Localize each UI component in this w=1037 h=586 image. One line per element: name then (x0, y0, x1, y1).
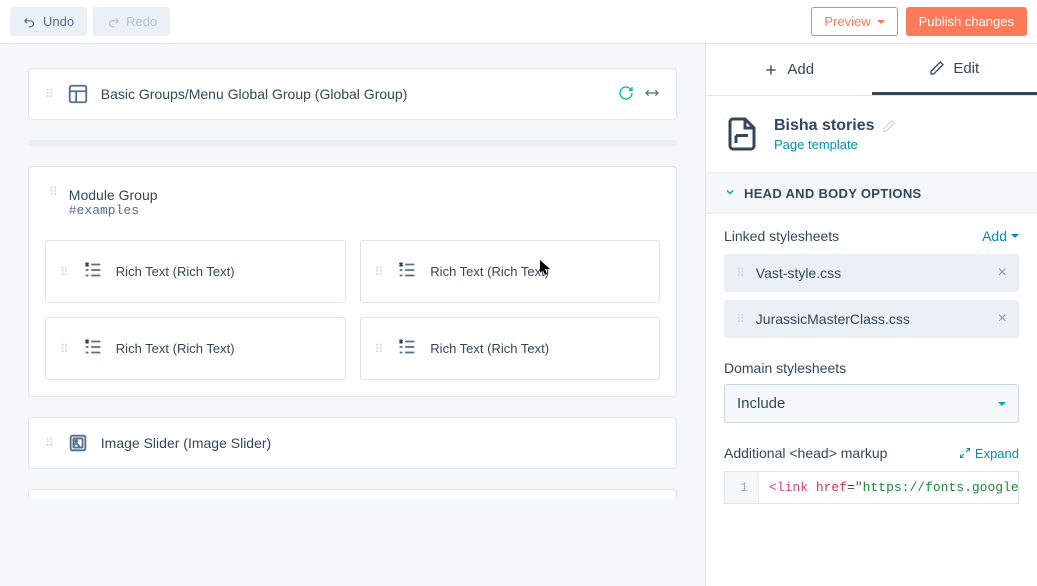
sidebar: Add Edit Bisha stories Page template (705, 44, 1037, 586)
drag-handle-icon[interactable]: ⠿ (49, 187, 59, 197)
layout-icon (67, 83, 89, 105)
redo-label: Redo (126, 14, 157, 29)
topbar-left: Undo Redo (10, 7, 170, 36)
select-value: Include (737, 395, 785, 412)
preview-button[interactable]: Preview (811, 7, 897, 36)
accordion-title: HEAD AND BODY OPTIONS (744, 186, 921, 201)
undo-icon (23, 15, 37, 29)
add-stylesheet-link[interactable]: Add (982, 228, 1019, 244)
rich-text-icon (396, 259, 418, 284)
group-title: Module Group (69, 187, 158, 203)
link-label: Add (982, 228, 1007, 244)
stylesheet-item[interactable]: ⠿ JurassicMasterClass.css × (724, 300, 1019, 338)
rich-text-module[interactable]: ⠿ Rich Text (Rich Text) (45, 240, 346, 303)
module-label: Rich Text (Rich Text) (430, 264, 549, 279)
code-attr: href (816, 480, 847, 495)
code-content[interactable]: <link href="https://fonts.googleapi (759, 472, 1018, 503)
cursor-icon (540, 260, 552, 279)
stylesheet-name: JurassicMasterClass.css (756, 311, 988, 327)
plus-icon (763, 62, 779, 78)
scroll-indicator (28, 140, 677, 146)
undo-button[interactable]: Undo (10, 7, 87, 36)
module-title: Basic Groups/Menu Global Group (Global G… (101, 86, 606, 102)
sidebar-tabs: Add Edit (706, 44, 1037, 96)
group-id: #examples (69, 203, 158, 218)
pencil-icon (929, 60, 945, 76)
rich-text-icon (82, 336, 104, 361)
expand-icon (959, 447, 971, 459)
code-tag: <link (769, 480, 808, 495)
drag-handle-icon[interactable]: ⠿ (375, 267, 385, 277)
expand-link[interactable]: Expand (959, 446, 1019, 461)
drag-handle-icon[interactable]: ⠿ (736, 314, 746, 324)
chevron-down-icon (998, 402, 1006, 406)
template-type[interactable]: Page template (774, 137, 896, 152)
module-actions (618, 85, 660, 104)
rich-text-icon (82, 259, 104, 284)
module-row: ⠿ Image Slider (Image Slider) (29, 418, 676, 468)
tab-label: Edit (953, 60, 979, 77)
canvas: ⠿ Basic Groups/Menu Global Group (Global… (0, 44, 705, 586)
head-markup-editor[interactable]: 1 <link href="https://fonts.googleapi (724, 471, 1019, 504)
drag-handle-icon[interactable]: ⠿ (736, 268, 746, 278)
module-label: Rich Text (Rich Text) (430, 341, 549, 356)
tab-add[interactable]: Add (706, 44, 872, 95)
drag-handle-icon[interactable]: ⠿ (375, 344, 385, 354)
field-label: Domain stylesheets (724, 360, 1019, 376)
publish-button[interactable]: Publish changes (906, 7, 1027, 36)
module-placeholder (28, 489, 677, 499)
linked-stylesheets-section: Linked stylesheets Add ⠿ Vast-style.css … (706, 214, 1037, 518)
chevron-down-icon (724, 186, 736, 201)
group-header: ⠿ Module Group #examples (45, 183, 660, 222)
code-string: "https://fonts.googleapi (855, 480, 1018, 495)
drag-handle-icon[interactable]: ⠿ (45, 89, 55, 99)
undo-label: Undo (43, 14, 74, 29)
image-slider-icon (67, 432, 89, 454)
module-group[interactable]: ⠿ Module Group #examples ⠿ Rich Text (Ri… (28, 166, 677, 397)
tab-label: Add (787, 61, 814, 78)
line-number: 1 (740, 480, 748, 495)
domain-stylesheets-select[interactable]: Include (724, 384, 1019, 423)
module-label: Rich Text (Rich Text) (116, 341, 235, 356)
stylesheet-name: Vast-style.css (756, 265, 988, 281)
rich-text-icon (396, 336, 418, 361)
topbar: Undo Redo Preview Publish changes (0, 0, 1037, 44)
edit-name-icon[interactable] (882, 119, 896, 133)
chevron-down-icon (877, 20, 885, 24)
drag-handle-icon[interactable]: ⠿ (60, 344, 70, 354)
accordion-head-body-options[interactable]: HEAD AND BODY OPTIONS (706, 173, 1037, 214)
gutter: 1 (725, 472, 759, 503)
field-label: Additional <head> markup (724, 445, 887, 461)
main: ⠿ Basic Groups/Menu Global Group (Global… (0, 44, 1037, 586)
tab-edit[interactable]: Edit (872, 44, 1037, 95)
redo-icon (106, 15, 120, 29)
module-label: Rich Text (Rich Text) (116, 264, 235, 279)
remove-icon[interactable]: × (998, 264, 1007, 282)
template-icon (724, 116, 760, 152)
rich-text-module[interactable]: ⠿ Rich Text (Rich Text) (360, 240, 661, 303)
drag-handle-icon[interactable]: ⠿ (60, 267, 70, 277)
module-row: ⠿ Basic Groups/Menu Global Group (Global… (29, 69, 676, 119)
publish-label: Publish changes (919, 14, 1014, 29)
stylesheet-item[interactable]: ⠿ Vast-style.css × (724, 254, 1019, 292)
template-header: Bisha stories Page template (706, 96, 1037, 173)
rich-text-module[interactable]: ⠿ Rich Text (Rich Text) (45, 317, 346, 380)
module-title: Image Slider (Image Slider) (101, 435, 660, 451)
swap-icon[interactable] (644, 85, 660, 104)
sync-icon[interactable] (618, 85, 634, 104)
image-slider-module[interactable]: ⠿ Image Slider (Image Slider) (28, 417, 677, 469)
drag-handle-icon[interactable]: ⠿ (45, 438, 55, 448)
chevron-down-icon (1011, 234, 1019, 238)
link-label: Expand (975, 446, 1019, 461)
preview-label: Preview (824, 14, 870, 29)
global-group-module[interactable]: ⠿ Basic Groups/Menu Global Group (Global… (28, 68, 677, 120)
remove-icon[interactable]: × (998, 310, 1007, 328)
topbar-right: Preview Publish changes (811, 7, 1027, 36)
rich-text-module[interactable]: ⠿ Rich Text (Rich Text) (360, 317, 661, 380)
field-label: Linked stylesheets (724, 228, 839, 244)
code-eq: = (847, 480, 855, 495)
template-name: Bisha stories (774, 117, 874, 135)
redo-button[interactable]: Redo (93, 7, 170, 36)
